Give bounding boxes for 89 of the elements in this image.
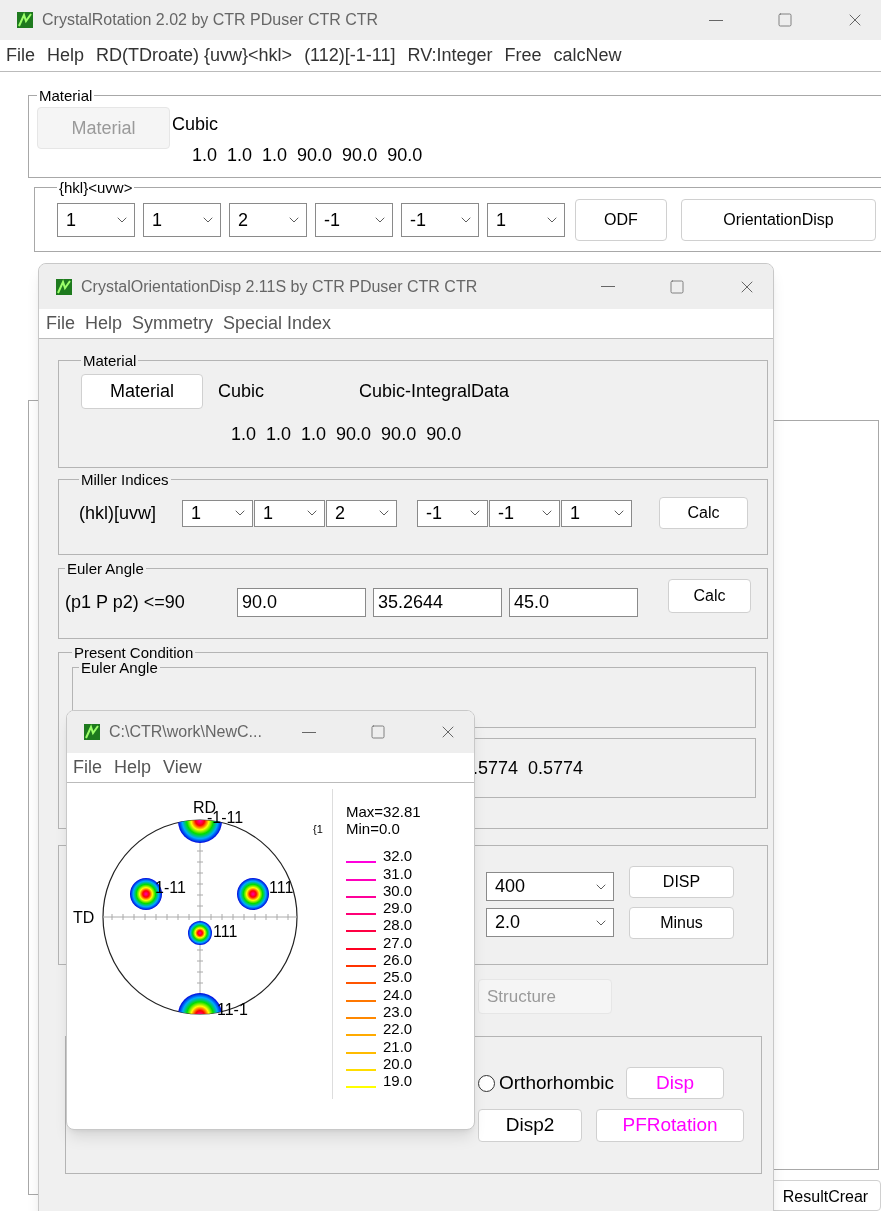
legend-value: 30.0 xyxy=(383,881,413,899)
group-label: {hkl}<uvw> xyxy=(58,180,134,195)
legend-value: 23.0 xyxy=(383,1002,413,1020)
group-label: Material xyxy=(82,353,138,368)
dropdown[interactable]: 1 xyxy=(254,499,325,527)
radio-button[interactable] xyxy=(478,1074,495,1092)
legend-value: 31.0 xyxy=(383,864,413,882)
angle-field[interactable]: 90.0 xyxy=(237,588,366,617)
menu-item[interactable]: RV:Integer xyxy=(407,42,493,69)
max-value: Max=32.81 xyxy=(346,803,421,820)
angle-field[interactable]: 45.0 xyxy=(509,588,638,617)
maximize-icon xyxy=(669,278,685,295)
legend-value: 21.0 xyxy=(383,1037,413,1055)
data-name-label: Cubic-IntegralData xyxy=(359,380,510,403)
radio-label: Orthorhombic xyxy=(499,1070,615,1095)
button[interactable]: DISP xyxy=(629,866,734,898)
legend-value: 29.0 xyxy=(383,899,413,917)
window-title: CrystalRotation 2.02 by CTR PDuser CTR CTR xyxy=(42,10,379,30)
legend-value: 24.0 xyxy=(383,985,413,1003)
dropdown[interactable]: 1 xyxy=(487,203,565,237)
button[interactable]: ODF xyxy=(575,199,667,241)
menu-item[interactable]: Free xyxy=(504,42,542,69)
dropdown[interactable]: 1 xyxy=(57,203,135,237)
minimize-icon xyxy=(302,731,316,733)
legend-value: 32.0 xyxy=(383,847,413,865)
pole-label: 111 xyxy=(269,879,294,896)
group-label: Euler Angle xyxy=(66,561,145,576)
dropdown[interactable]: 2.0 xyxy=(486,908,614,937)
crystal-system: Cubic xyxy=(172,113,220,136)
menu-item[interactable]: RD(TDroate) {uvw}<hkl> xyxy=(96,42,293,69)
axis-label: TD xyxy=(73,909,95,926)
legend-value: 27.0 xyxy=(383,933,413,951)
menu-item[interactable]: Special Index xyxy=(223,310,332,337)
menu-item[interactable]: calcNew xyxy=(553,42,622,69)
app-icon xyxy=(55,277,73,296)
pole-label: 111 xyxy=(213,923,238,940)
vector-values: .5774 0.5774 xyxy=(473,756,584,780)
button[interactable]: Minus xyxy=(629,907,734,939)
menu-item[interactable]: View xyxy=(163,754,202,781)
menu-item[interactable]: File xyxy=(46,310,75,337)
legend-value: 26.0 xyxy=(383,951,413,969)
minimize-icon xyxy=(601,286,615,287)
legend-value: 22.0 xyxy=(383,1020,413,1038)
side-label: {1 xyxy=(313,823,323,835)
app-icon xyxy=(83,723,101,741)
dropdown[interactable]: -1 xyxy=(401,203,479,237)
legend-value: 20.0 xyxy=(383,1054,413,1072)
dropdown[interactable]: 1 xyxy=(143,203,221,237)
euler-label: (p1 P p2) <=90 xyxy=(65,591,186,614)
menu-item[interactable]: File xyxy=(6,42,35,69)
dropdown[interactable]: -1 xyxy=(315,203,393,237)
group-label: Present Condition xyxy=(73,645,195,660)
button[interactable]: Calc xyxy=(659,497,748,529)
dropdown[interactable]: 2 xyxy=(326,499,397,527)
legend-value: 25.0 xyxy=(383,968,413,986)
group-label: Euler Angle xyxy=(80,660,159,675)
angle-field[interactable]: 35.2644 xyxy=(373,588,502,617)
dropdown[interactable]: 1 xyxy=(561,499,632,527)
dropdown[interactable]: 400 xyxy=(486,872,614,901)
pole-label: 11-1 xyxy=(217,1001,248,1018)
menu-item[interactable]: Help xyxy=(114,754,152,781)
min-value: Min=0.0 xyxy=(346,820,401,837)
minimize-icon xyxy=(709,19,723,21)
menu-item[interactable]: (112)[-1-11] xyxy=(304,42,396,69)
maximize-icon xyxy=(370,724,386,740)
dropdown[interactable]: -1 xyxy=(417,499,488,527)
button[interactable]: Calc xyxy=(668,578,751,613)
menu-item[interactable]: File xyxy=(73,754,102,781)
button[interactable]: Material xyxy=(81,374,203,409)
miller-label: (hkl)[uvw] xyxy=(79,501,157,525)
dropdown[interactable]: -1 xyxy=(489,499,560,527)
lattice-values: 1.0 1.0 1.0 90.0 90.0 90.0 xyxy=(192,144,423,167)
legend-value: 28.0 xyxy=(383,916,413,934)
lattice-values: 1.0 1.0 1.0 90.0 90.0 90.0 xyxy=(231,423,463,446)
menu-item[interactable]: Help xyxy=(85,310,123,337)
dropdown[interactable]: 2 xyxy=(229,203,307,237)
crystal-system: Cubic xyxy=(218,380,265,403)
app-icon xyxy=(16,11,34,29)
button[interactable]: OrientationDisp xyxy=(681,199,876,241)
dropdown[interactable]: 1 xyxy=(182,499,253,527)
button[interactable]: Disp2 xyxy=(478,1109,582,1142)
legend-value: 19.0 xyxy=(383,1072,413,1090)
menu-item[interactable]: Help xyxy=(47,42,85,69)
group-label: Material xyxy=(38,88,94,103)
window-title: CrystalOrientationDisp 2.11S by CTR PDuser CTR CTR xyxy=(81,276,478,297)
menu-item[interactable]: Symmetry xyxy=(132,310,214,337)
group-label: Miller Indices xyxy=(80,472,170,487)
maximize-icon xyxy=(777,12,793,28)
window-title: C:\CTR\work\NewC... xyxy=(109,722,262,742)
